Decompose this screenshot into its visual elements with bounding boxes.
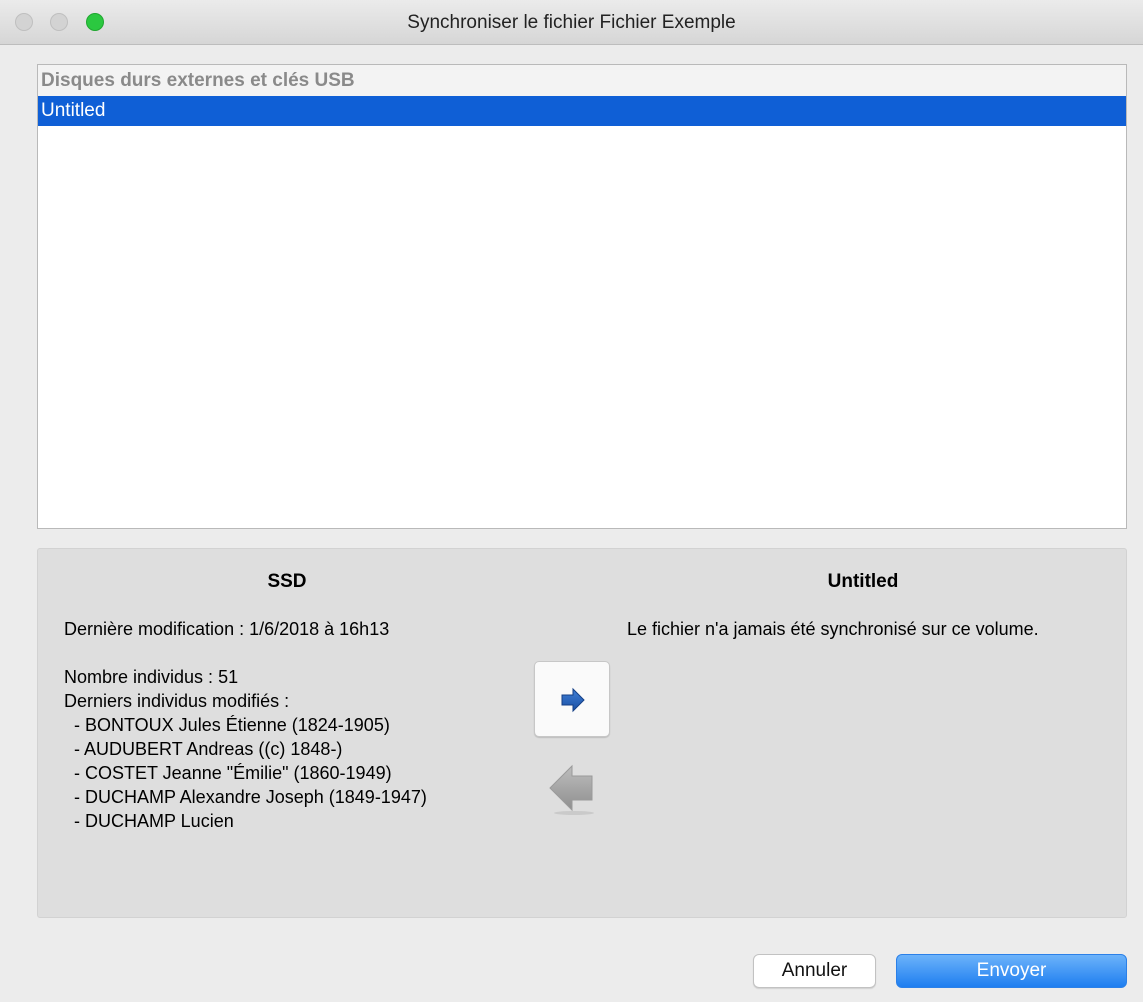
volume-item-untitled[interactable]: Untitled [38, 96, 1126, 126]
source-recent-heading: Derniers individus modifiés : [64, 691, 290, 711]
list-item: - BONTOUX Jules Étienne (1824-1905) [74, 715, 390, 735]
list-item: - AUDUBERT Andreas ((c) 1848-) [74, 739, 343, 759]
cancel-button[interactable]: Annuler [753, 954, 876, 988]
title-bar[interactable]: Synchroniser le fichier Fichier Exemple [0, 0, 1143, 45]
list-item: - DUCHAMP Alexandre Joseph (1849-1947) [74, 787, 427, 807]
arrow-left-icon [546, 764, 596, 821]
source-details: Dernière modification : 1/6/2018 à 16h13… [64, 617, 534, 833]
list-item: - COSTET Jeanne "Émilie" (1860-1949) [74, 763, 392, 783]
source-last-modified: Dernière modification : 1/6/2018 à 16h13 [64, 619, 390, 639]
send-button[interactable]: Envoyer [896, 954, 1127, 988]
destination-title: Untitled [827, 571, 899, 592]
source-title: SSD [267, 571, 307, 592]
window-title: Synchroniser le fichier Fichier Exemple [407, 12, 736, 33]
recent-individuals-list: - BONTOUX Jules Étienne (1824-1905) - AU… [64, 713, 534, 833]
list-item: - DUCHAMP Lucien [74, 811, 234, 831]
sync-from-volume-button [546, 761, 596, 817]
source-individual-count: Nombre individus : 51 [64, 667, 239, 687]
volume-list-header: Disques durs externes et clés USB [38, 65, 1126, 96]
volume-list[interactable]: Disques durs externes et clés USB Untitl… [37, 64, 1127, 529]
sync-to-volume-button[interactable] [534, 661, 610, 737]
sync-info-panel: SSD Dernière modification : 1/6/2018 à 1… [37, 548, 1127, 918]
sync-window: Synchroniser le fichier Fichier Exemple … [0, 0, 1143, 1002]
destination-status: Le fichier n'a jamais été synchronisé su… [627, 619, 1039, 639]
